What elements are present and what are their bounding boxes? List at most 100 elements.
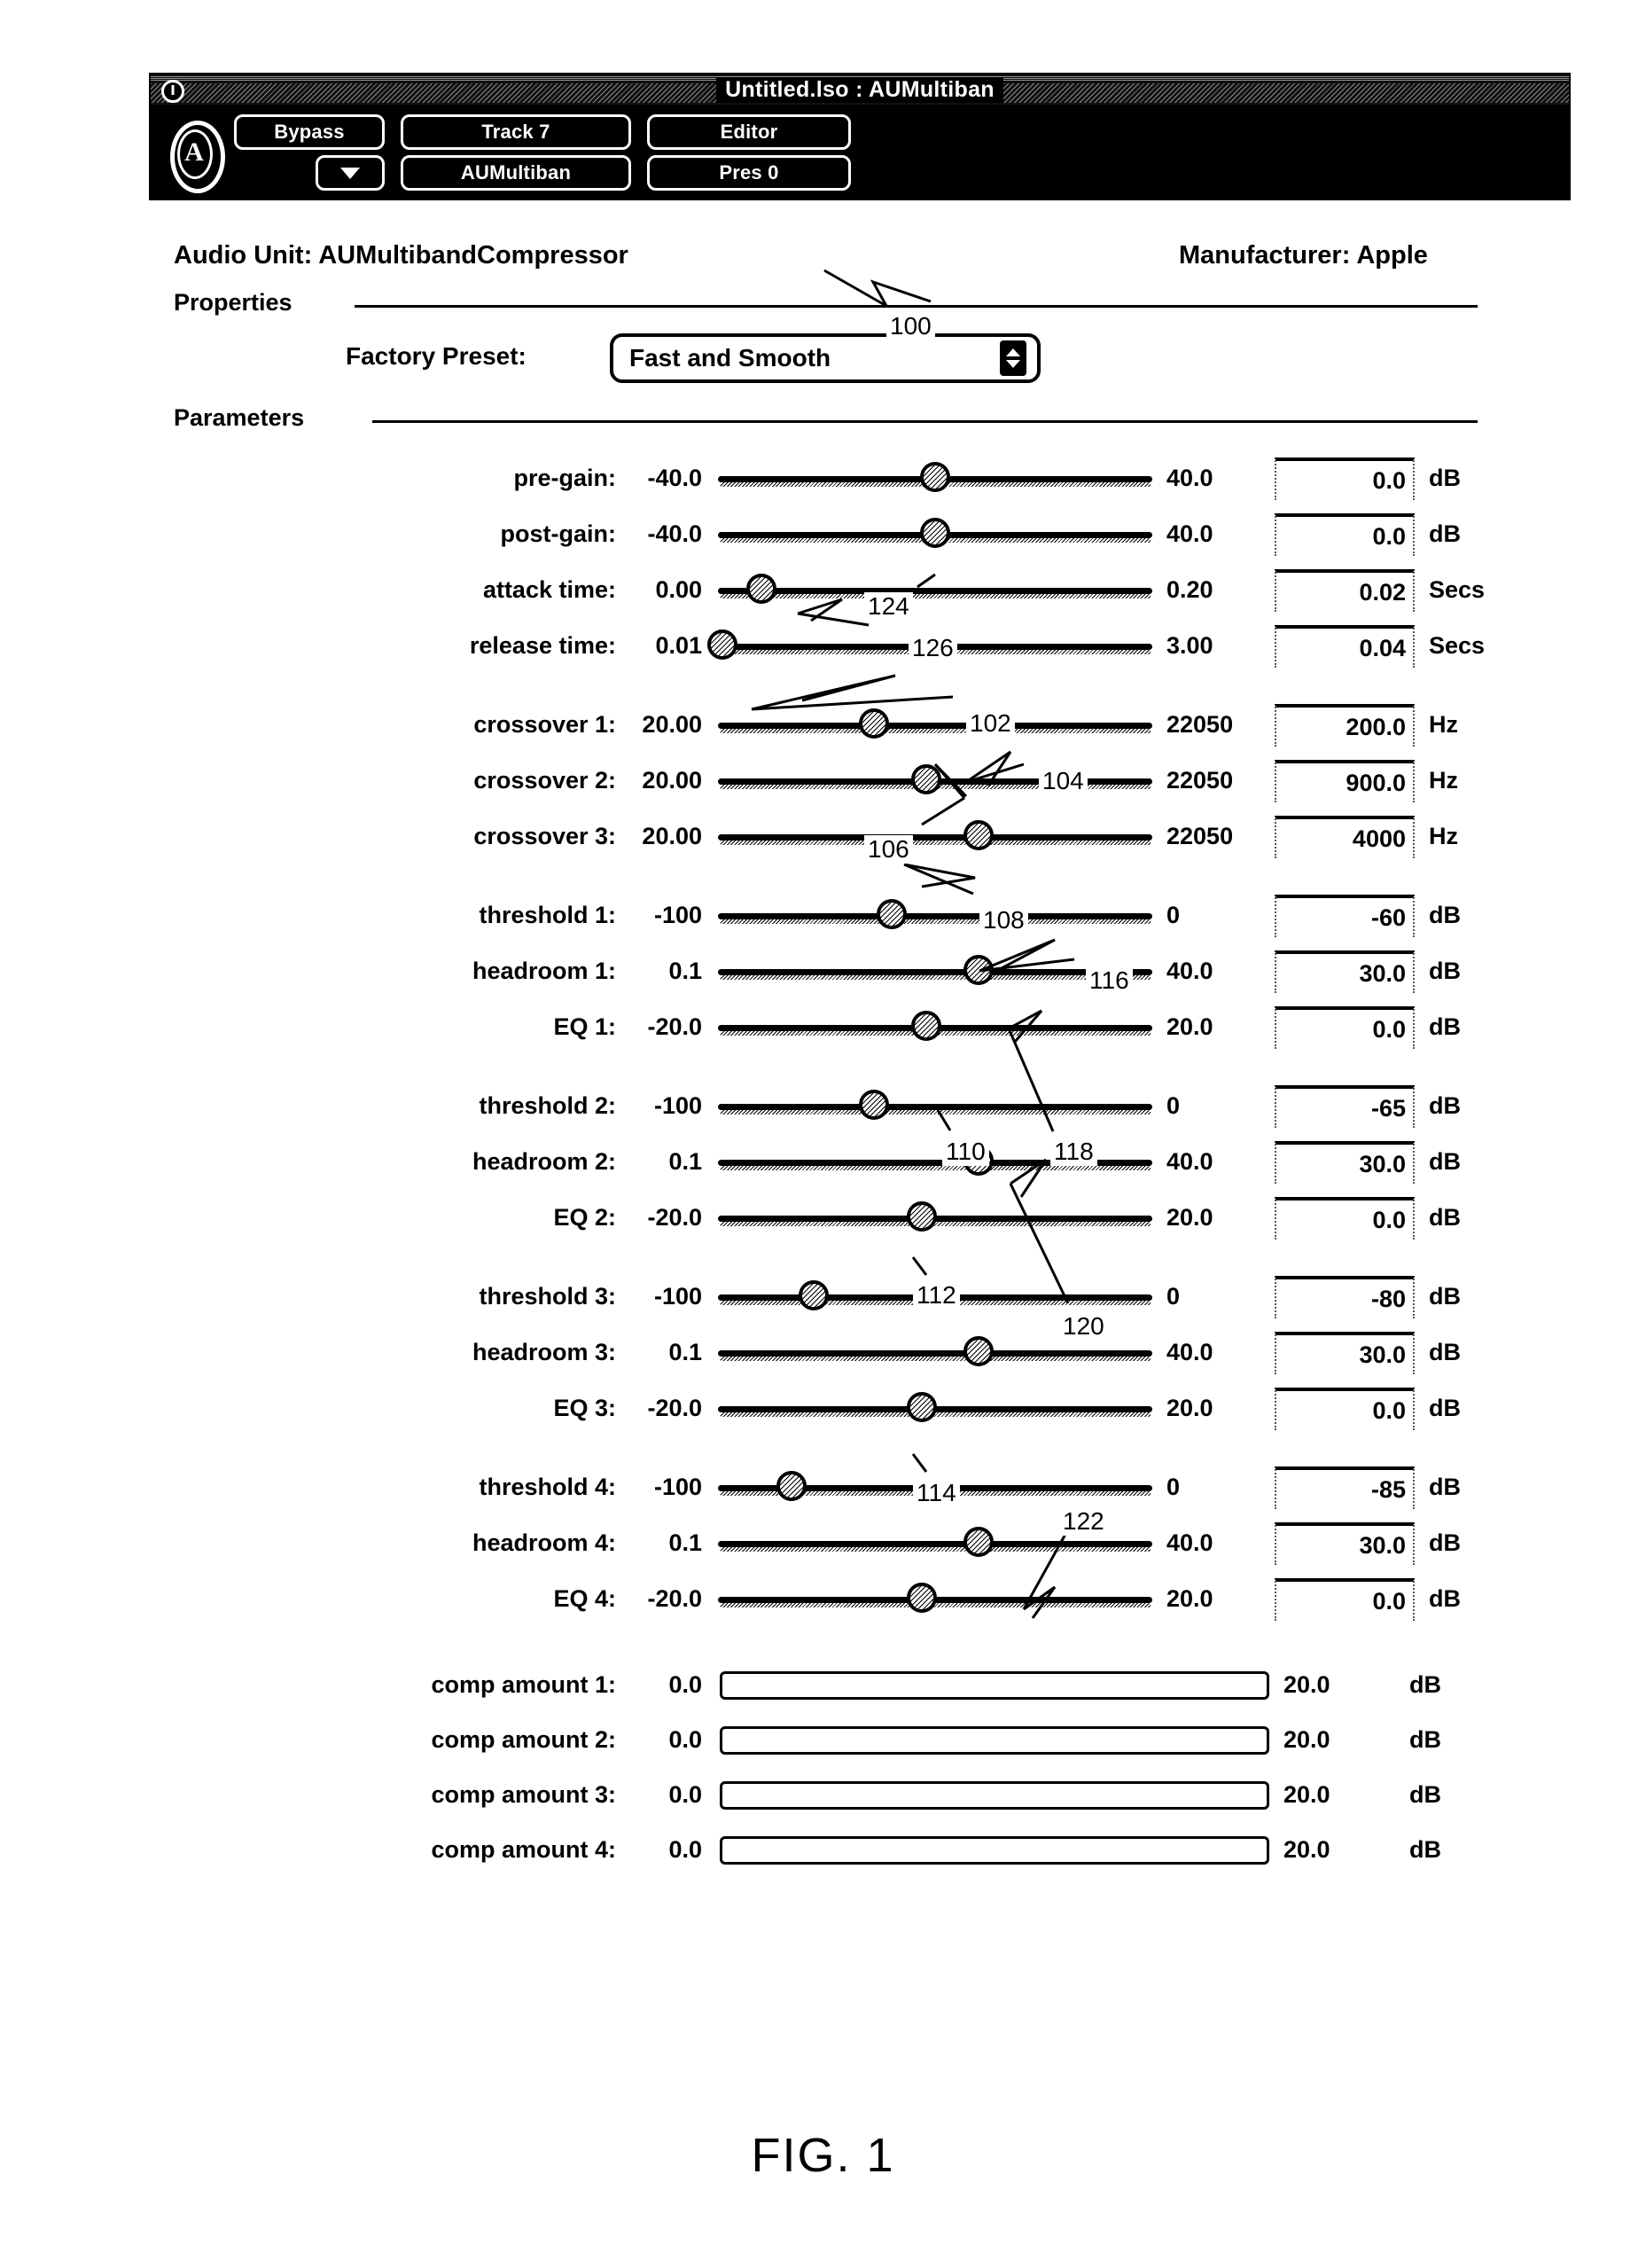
parameter-value-field[interactable]: 200.0 — [1275, 704, 1415, 747]
parameter-slider[interactable] — [718, 518, 1152, 548]
slider-track[interactable] — [718, 723, 1152, 733]
slider-thumb[interactable] — [963, 820, 994, 850]
slider-track[interactable] — [718, 1104, 1152, 1114]
parameter-slider[interactable] — [718, 462, 1152, 492]
properties-rule — [355, 305, 1478, 308]
slider-track[interactable] — [718, 913, 1152, 924]
parameter-value-field[interactable]: 0.04 — [1275, 625, 1415, 668]
parameter-min: -40.0 — [647, 520, 702, 547]
slider-thumb[interactable] — [920, 462, 950, 492]
track-button[interactable]: Track 7 — [401, 114, 631, 150]
slider-thumb[interactable] — [798, 1280, 829, 1310]
parameter-slider[interactable] — [718, 1201, 1152, 1232]
close-icon[interactable] — [161, 80, 184, 103]
parameter-value-field[interactable]: 0.0 — [1275, 1578, 1415, 1621]
slider-thumb[interactable] — [907, 1583, 938, 1613]
parameter-value-field[interactable]: 0.0 — [1275, 458, 1415, 500]
slider-thumb[interactable] — [963, 1336, 994, 1366]
parameter-row: threshold 1: -100 0 -60 dB — [0, 889, 1646, 945]
parameter-value-field[interactable]: 0.0 — [1275, 1197, 1415, 1240]
parameter-min: 20.00 — [642, 711, 702, 738]
parameter-unit: dB — [1429, 465, 1461, 491]
slider-thumb[interactable] — [907, 1392, 938, 1422]
up-down-arrows-icon — [1000, 340, 1026, 376]
parameter-slider[interactable] — [718, 1011, 1152, 1041]
unit-header: Audio Unit: AUMultibandCompressor Manufa… — [0, 241, 1646, 282]
slider-track[interactable] — [718, 588, 1152, 598]
parameter-row: EQ 2: -20.0 20.0 0.0 dB — [0, 1192, 1646, 1247]
slider-thumb[interactable] — [911, 1011, 942, 1041]
parameter-slider[interactable] — [718, 1527, 1152, 1557]
parameter-min: -100 — [653, 1474, 702, 1500]
parameter-value-field[interactable]: 30.0 — [1275, 1332, 1415, 1374]
parameters-rule — [372, 420, 1478, 423]
slider-track[interactable] — [718, 1541, 1152, 1552]
slider-track[interactable] — [718, 1350, 1152, 1361]
parameter-slider[interactable] — [718, 574, 1152, 604]
plugin-toolbar: A Bypass Track 7 AUMultiban Editor Pres … — [151, 106, 1569, 199]
parameter-slider[interactable] — [718, 708, 1152, 739]
parameter-value-field[interactable]: 4000 — [1275, 816, 1415, 858]
parameter-max: 20.0 — [1166, 1585, 1213, 1612]
parameter-min: 0.00 — [655, 576, 702, 603]
callout-number: 114 — [913, 1479, 960, 1507]
parameter-slider[interactable] — [718, 1336, 1152, 1366]
factory-preset-select[interactable]: Fast and Smooth — [610, 333, 1041, 383]
comp-amount-min: 0.0 — [668, 1726, 702, 1753]
dropdown-button[interactable] — [316, 155, 385, 191]
manufacturer-name: Manufacturer: Apple — [1179, 241, 1428, 270]
parameter-value-field[interactable]: 0.0 — [1275, 513, 1415, 556]
slider-track[interactable] — [718, 834, 1152, 845]
slider-thumb[interactable] — [907, 1201, 938, 1232]
parameter-value-field[interactable]: 30.0 — [1275, 950, 1415, 993]
parameter-list: pre-gain: -40.0 40.0 0.0 dB post-gain: -40.0 40… — [0, 452, 1646, 1629]
factory-preset-row: Factory Preset: Fast and Smooth — [0, 332, 1646, 397]
parameter-value-field[interactable]: 0.0 — [1275, 1388, 1415, 1430]
parameter-min: -40.0 — [647, 465, 702, 491]
slider-thumb[interactable] — [859, 1090, 890, 1120]
properties-section-header: Properties — [0, 282, 1646, 332]
slider-thumb[interactable] — [859, 708, 890, 739]
parameter-unit: Secs — [1429, 632, 1486, 659]
parameter-slider[interactable] — [718, 1392, 1152, 1422]
slider-thumb[interactable] — [746, 574, 776, 604]
slider-thumb[interactable] — [706, 630, 737, 660]
parameter-min: -20.0 — [647, 1013, 702, 1040]
toolbar-column-editor: Editor Pres 0 — [647, 114, 851, 191]
slider-thumb[interactable] — [963, 1527, 994, 1557]
logo-glyph: A — [184, 137, 204, 167]
comp-amount-max: 20.0 — [1283, 1671, 1330, 1698]
editor-button[interactable]: Editor — [647, 114, 851, 150]
parameter-row: release time: 0.01 3.00 0.04 Secs — [0, 620, 1646, 676]
parameter-value-field[interactable]: 30.0 — [1275, 1522, 1415, 1565]
parameter-value-field[interactable]: 0.0 — [1275, 1006, 1415, 1049]
parameter-max: 40.0 — [1166, 520, 1213, 547]
parameter-value-field[interactable]: 0.02 — [1275, 569, 1415, 612]
slider-thumb[interactable] — [920, 518, 950, 548]
plugin-name-button[interactable]: AUMultiban — [401, 155, 631, 191]
parameter-row: EQ 1: -20.0 20.0 0.0 dB — [0, 1001, 1646, 1057]
preset-button[interactable]: Pres 0 — [647, 155, 851, 191]
parameter-value-field[interactable]: -60 — [1275, 895, 1415, 937]
parameter-slider[interactable] — [718, 899, 1152, 929]
callout-number: 102 — [966, 709, 1015, 738]
parameter-value-field[interactable]: -85 — [1275, 1466, 1415, 1509]
plugin-generic-view: Audio Unit: AUMultibandCompressor Manufa… — [0, 241, 1646, 1879]
parameter-slider[interactable] — [718, 1090, 1152, 1120]
factory-preset-value: Fast and Smooth — [629, 344, 831, 371]
slider-thumb[interactable] — [776, 1471, 807, 1501]
parameter-value-field[interactable]: 30.0 — [1275, 1141, 1415, 1184]
parameter-slider[interactable] — [718, 1583, 1152, 1613]
comp-amount-row: comp amount 4: 0.0 20.0 dB — [0, 1824, 1646, 1879]
slider-thumb[interactable] — [963, 955, 994, 985]
parameter-value-field[interactable]: 900.0 — [1275, 760, 1415, 802]
bypass-button[interactable]: Bypass — [234, 114, 385, 150]
parameter-row: threshold 4: -100 0 -85 dB — [0, 1461, 1646, 1517]
parameter-unit: dB — [1429, 1013, 1461, 1040]
parameter-value-field[interactable]: -80 — [1275, 1276, 1415, 1318]
parameter-value-field[interactable]: -65 — [1275, 1085, 1415, 1128]
slider-thumb[interactable] — [877, 899, 907, 929]
parameter-slider[interactable] — [718, 820, 1152, 850]
parameter-max: 22050 — [1166, 767, 1234, 794]
slider-thumb[interactable] — [911, 764, 942, 794]
